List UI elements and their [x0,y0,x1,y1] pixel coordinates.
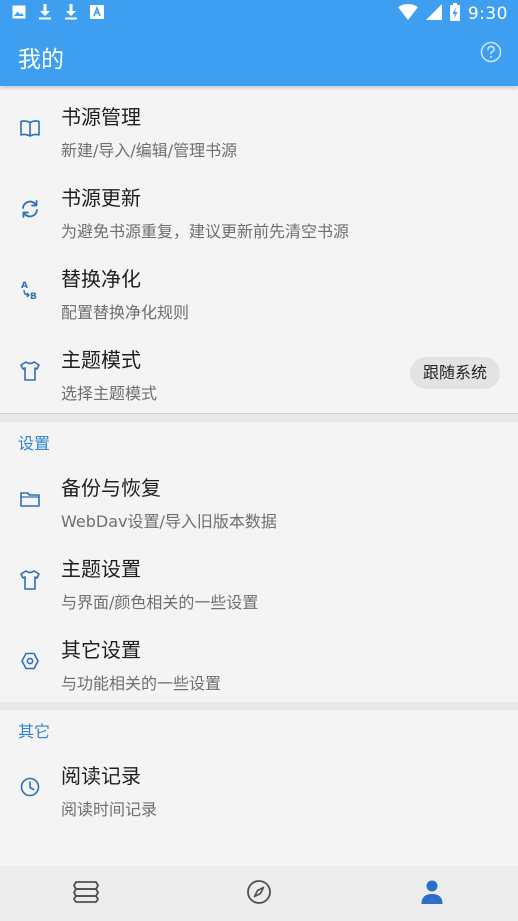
section-gap [0,414,518,422]
nav-tab-my[interactable] [345,866,518,921]
wifi-icon [397,4,418,24]
clock-icon [18,775,42,799]
system-status: 9:30 [397,3,508,25]
app-bar: 9:30 我的 [0,0,518,86]
item-subtitle: 选择主题模式 [61,384,158,403]
download-icon [38,4,52,20]
item-title: 替换净化 [61,267,141,291]
item-subtitle: 阅读时间记录 [61,800,158,819]
content-list: 书源管理 新建/导入/编辑/管理书源 书源更新 为避免书源重复，建议更新前先清空… [0,86,518,866]
menu-item-source-update[interactable]: 书源更新 为避免书源重复，建议更新前先清空书源 [0,169,518,250]
bottom-navigation [0,866,518,921]
sync-icon [18,197,42,221]
nav-tab-explore[interactable] [173,866,346,921]
person-icon [420,879,444,909]
item-title: 阅读记录 [61,764,141,788]
screen: 9:30 我的 书源管理 新建/导入/编辑/管理书源 书源更新 为避免书源重复，… [0,0,518,921]
a-box-icon [90,5,104,19]
shirt-icon [18,568,42,592]
section-header-other: 其它 [18,722,51,741]
folder-icon [18,487,42,511]
item-subtitle: 为避免书源重复，建议更新前先清空书源 [61,222,350,241]
book-icon [18,116,42,140]
item-subtitle: 与界面/颜色相关的一些设置 [61,593,259,612]
menu-item-theme-settings[interactable]: 主题设置 与界面/颜色相关的一些设置 [0,540,518,621]
replace-ab-icon: A B [18,278,42,302]
bookshelf-icon [72,879,100,909]
menu-item-backup-restore[interactable]: 备份与恢复 WebDav设置/导入旧版本数据 [0,459,518,540]
svg-text:A: A [21,281,28,291]
section-gap [0,702,518,710]
clock-time: 9:30 [467,4,508,24]
item-subtitle: 配置替换净化规则 [61,303,190,322]
item-title: 书源管理 [61,105,141,129]
item-subtitle: WebDav设置/导入旧版本数据 [61,512,277,531]
menu-item-replace-purify[interactable]: A B 替换净化 配置替换净化规则 [0,250,518,331]
item-subtitle: 与功能相关的一些设置 [61,674,222,693]
menu-item-reading-record[interactable]: 阅读记录 阅读时间记录 [0,747,518,828]
shirt-icon [18,359,42,383]
item-subtitle: 新建/导入/编辑/管理书源 [61,141,238,160]
compass-icon [246,879,272,909]
svg-text:B: B [30,292,37,302]
notification-icons [12,4,104,20]
section-header-settings: 设置 [18,434,51,453]
download-icon [64,4,78,20]
item-title: 主题模式 [61,348,141,372]
image-icon [12,5,26,19]
theme-mode-chip[interactable]: 跟随系统 [409,357,500,389]
page-title: 我的 [18,47,64,73]
settings-hex-icon [18,649,42,673]
item-title: 书源更新 [61,186,141,210]
status-bar: 9:30 [0,0,518,28]
item-title: 备份与恢复 [61,476,161,500]
item-title: 其它设置 [61,638,141,662]
menu-item-other-settings[interactable]: 其它设置 与功能相关的一些设置 [0,621,518,702]
battery-icon [449,3,460,25]
item-title: 主题设置 [61,557,141,581]
nav-tab-bookshelf[interactable] [0,866,173,921]
help-circle-icon[interactable] [480,41,502,63]
menu-item-theme-mode[interactable]: 主题模式 选择主题模式 跟随系统 [0,331,518,412]
menu-item-book-source[interactable]: 书源管理 新建/导入/编辑/管理书源 [0,88,518,169]
signal-icon [425,4,442,24]
